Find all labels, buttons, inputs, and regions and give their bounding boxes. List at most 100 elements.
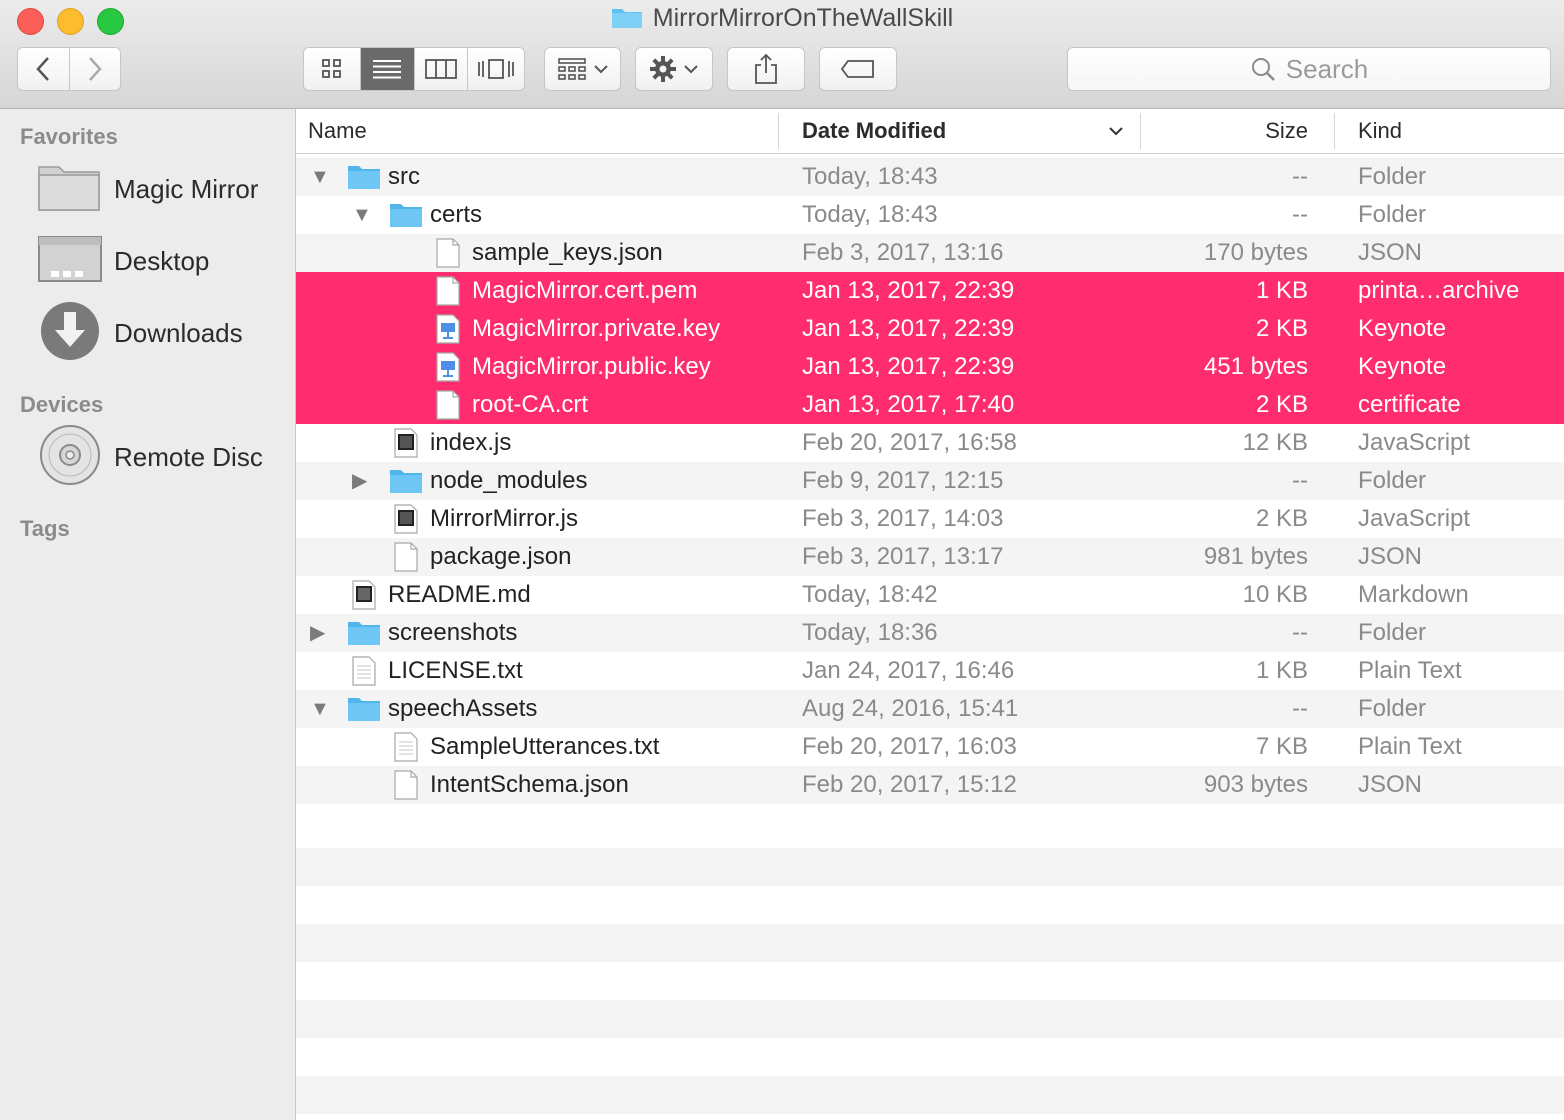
disclosure-expanded-icon[interactable]: ▼: [310, 690, 330, 728]
file-date-modified: Aug 24, 2016, 15:41: [802, 695, 1019, 722]
file-size: 12 KB: [1242, 429, 1308, 456]
search-placeholder: Search: [1285, 53, 1369, 84]
javascript-file-icon: [393, 428, 419, 465]
file-row-certs[interactable]: ▼ certs Today, 18:43 -- Folder: [296, 196, 1564, 234]
column-header-kind[interactable]: Kind: [1358, 109, 1402, 153]
file-row-sampleutterances-txt[interactable]: SampleUtterances.txt Feb 20, 2017, 16:03 7…: [296, 728, 1564, 766]
file-date-modified: Jan 13, 2017, 22:39: [802, 353, 1015, 380]
file-kind: Keynote: [1358, 353, 1447, 380]
file-size: 7 KB: [1255, 733, 1308, 760]
folder-icon: [347, 694, 381, 729]
sidebar-header-devices: Devices: [20, 392, 104, 417]
column-divider[interactable]: [1334, 113, 1335, 149]
nav-buttons: [17, 47, 121, 91]
keynote-document-icon: [435, 352, 461, 389]
file-size: 1 KB: [1255, 277, 1308, 304]
sidebar-item-label: Remote Disc: [114, 441, 263, 472]
sidebar-item-downloads[interactable]: Downloads: [0, 300, 295, 366]
icon-view-button[interactable]: [304, 48, 361, 90]
folder-icon: [389, 466, 423, 501]
text-file-icon: [351, 656, 377, 693]
sort-chevron-down-icon: [1109, 127, 1123, 136]
file-row-intentschema-json[interactable]: IntentSchema.json Feb 20, 2017, 15:12 903 …: [296, 766, 1564, 804]
file-size: --: [1292, 467, 1308, 494]
file-kind: Plain Text: [1358, 657, 1462, 684]
file-date-modified: Today, 18:43: [802, 163, 938, 190]
file-kind: Markdown: [1358, 581, 1469, 608]
file-row-index-js[interactable]: index.js Feb 20, 2017, 16:58 12 KB JavaScri…: [296, 424, 1564, 462]
file-date-modified: Today, 18:42: [802, 581, 938, 608]
file-row-license-txt[interactable]: LICENSE.txt Jan 24, 2017, 16:46 1 KB Plain …: [296, 652, 1564, 690]
action-button[interactable]: [635, 47, 713, 91]
file-row-magicmirror-cert-pem[interactable]: MagicMirror.cert.pem Jan 13, 2017, 22:39 1…: [296, 272, 1564, 310]
file-row-speechassets[interactable]: ▼ speechAssets Aug 24, 2016, 15:41 -- Folder: [296, 690, 1564, 728]
file-row-src[interactable]: ▼ src Today, 18:43 -- Folder: [296, 158, 1564, 196]
file-name: sample_keys.json: [472, 239, 663, 266]
share-icon: [755, 53, 777, 84]
cover-flow-icon: [478, 59, 515, 79]
file-name: index.js: [430, 429, 512, 456]
file-name: MagicMirror.private.key: [472, 315, 721, 342]
disclosure-expanded-icon[interactable]: ▼: [352, 196, 372, 234]
document-icon: [393, 770, 419, 807]
file-name: node_modules: [430, 467, 588, 494]
back-button[interactable]: [18, 48, 70, 90]
window-title: MirrorMirrorOnTheWallSkill: [0, 4, 1564, 36]
search-icon: [1251, 58, 1275, 81]
file-name: certs: [430, 201, 483, 228]
sidebar-header-favorites: Favorites: [20, 124, 118, 149]
window-title-text: MirrorMirrorOnTheWallSkill: [652, 4, 954, 32]
search-field[interactable]: Search: [1067, 47, 1551, 91]
tag-icon: [840, 60, 874, 78]
column-divider[interactable]: [778, 113, 779, 149]
file-name: package.json: [430, 543, 572, 570]
file-row-magicmirror-public-key[interactable]: MagicMirror.public.key Jan 13, 2017, 22:3…: [296, 348, 1564, 386]
column-divider[interactable]: [1140, 113, 1141, 149]
file-date-modified: Feb 3, 2017, 14:03: [802, 505, 1004, 532]
file-size: 1 KB: [1255, 657, 1308, 684]
file-row-readme-md[interactable]: README.md Today, 18:42 10 KB Markdown: [296, 576, 1564, 614]
file-row-node-modules[interactable]: ▶ node_modules Feb 9, 2017, 12:15 -- Folder: [296, 462, 1564, 500]
empty-row-stripe: [296, 924, 1564, 962]
cover-flow-button[interactable]: [468, 48, 524, 90]
file-row-mirrormirror-js[interactable]: MirrorMirror.js Feb 3, 2017, 14:03 2 KB Jav…: [296, 500, 1564, 538]
file-name: SampleUtterances.txt: [430, 733, 660, 760]
file-name: IntentSchema.json: [430, 771, 629, 798]
group-by-button[interactable]: [544, 47, 621, 91]
file-size: --: [1292, 163, 1308, 190]
share-button[interactable]: [727, 47, 805, 91]
text-file-icon: [393, 732, 419, 769]
file-kind: Keynote: [1358, 315, 1447, 342]
column-view-button[interactable]: [414, 48, 469, 90]
file-name: root-CA.crt: [472, 391, 589, 418]
column-header-size[interactable]: Size: [1265, 109, 1308, 153]
file-kind: printa…archive: [1358, 277, 1520, 304]
file-date-modified: Jan 13, 2017, 22:39: [802, 315, 1015, 342]
list-view-button[interactable]: [360, 48, 415, 90]
disclosure-expanded-icon[interactable]: ▼: [310, 158, 330, 196]
file-kind: JSON: [1358, 239, 1423, 266]
file-name: MagicMirror.cert.pem: [472, 277, 698, 304]
file-date-modified: Feb 3, 2017, 13:17: [802, 543, 1004, 570]
sidebar-item-remote-disc[interactable]: Remote Disc: [0, 424, 295, 490]
file-row-sample-keys-json[interactable]: sample_keys.json Feb 3, 2017, 13:16 170 by…: [296, 234, 1564, 272]
file-row-package-json[interactable]: package.json Feb 3, 2017, 13:17 981 bytes J…: [296, 538, 1564, 576]
file-row-screenshots[interactable]: ▶ screenshots Today, 18:36 -- Folder: [296, 614, 1564, 652]
column-header-name[interactable]: Name: [308, 109, 367, 153]
file-size: --: [1292, 619, 1308, 646]
file-date-modified: Feb 3, 2017, 13:16: [802, 239, 1004, 266]
file-size: 451 bytes: [1203, 353, 1308, 380]
sidebar: Favorites Magic Mirror Desktop Downloads…: [0, 109, 296, 1120]
sidebar-item-desktop[interactable]: Desktop: [0, 228, 295, 294]
file-date-modified: Feb 20, 2017, 15:12: [802, 771, 1017, 798]
edit-tags-button[interactable]: [819, 47, 897, 91]
disclosure-collapsed-icon[interactable]: ▶: [352, 462, 367, 500]
forward-button[interactable]: [69, 48, 120, 90]
file-row-root-ca-crt[interactable]: root-CA.crt Jan 13, 2017, 17:40 2 KB certif…: [296, 386, 1564, 424]
sidebar-item-magic-mirror[interactable]: Magic Mirror: [0, 156, 295, 222]
column-header-date-modified[interactable]: Date Modified: [802, 109, 946, 153]
file-row-magicmirror-private-key[interactable]: MagicMirror.private.key Jan 13, 2017, 22:…: [296, 310, 1564, 348]
disclosure-collapsed-icon[interactable]: ▶: [310, 614, 325, 652]
file-date-modified: Today, 18:43: [802, 201, 938, 228]
desktop-icon: [37, 233, 103, 290]
